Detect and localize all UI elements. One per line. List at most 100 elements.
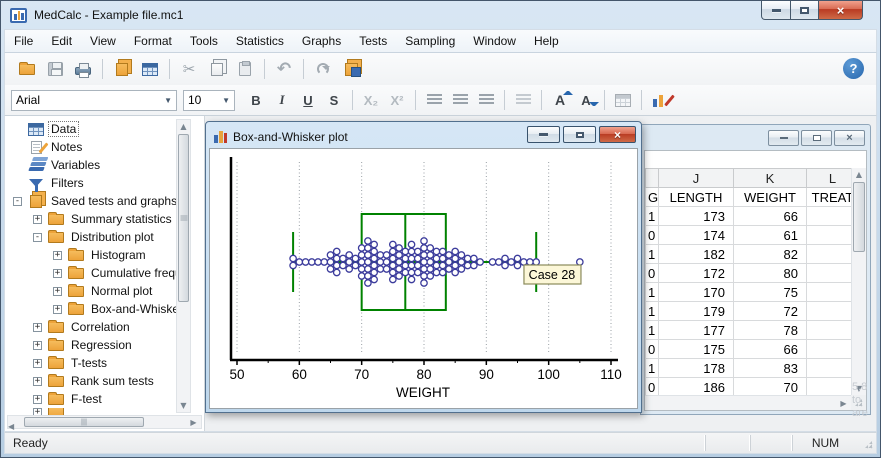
format-table-button[interactable] (611, 88, 635, 112)
data-cell[interactable]: 0 (646, 264, 659, 283)
data-cell[interactable] (807, 245, 852, 264)
sidebar-item-normal-plot[interactable]: +Normal plot (5, 282, 176, 300)
data-cell[interactable]: 0 (646, 226, 659, 245)
data-cell[interactable] (807, 226, 852, 245)
menu-sampling[interactable]: Sampling (396, 31, 464, 51)
data-cell[interactable]: 182 (659, 245, 734, 264)
tree-scroll-thumb[interactable] (178, 134, 189, 302)
data-cell[interactable]: 172 (659, 264, 734, 283)
data-cell[interactable]: 78 (734, 321, 807, 340)
menu-format[interactable]: Format (125, 31, 181, 51)
data-table-button[interactable] (137, 57, 163, 81)
window-resize-grip[interactable] (858, 434, 876, 452)
menu-edit[interactable]: Edit (42, 31, 81, 51)
underline-button[interactable]: U (296, 88, 320, 112)
tree-horizontal-scrollbar[interactable]: ◀ ▶ (7, 415, 202, 429)
close-button[interactable]: × (818, 1, 863, 20)
var-name-cell[interactable]: LENGTH (659, 188, 734, 207)
column-header-j[interactable]: J (659, 169, 734, 188)
expand-icon[interactable]: + (33, 408, 42, 415)
data-cell[interactable]: 0 (646, 340, 659, 359)
collapse-icon[interactable]: - (33, 233, 42, 242)
data-cell[interactable]: 179 (659, 302, 734, 321)
sidebar-item-cumulative-freque[interactable]: +Cumulative freque (5, 264, 176, 282)
menu-file[interactable]: File (5, 31, 42, 51)
sidebar-item-data[interactable]: Data (5, 120, 176, 138)
dialog-minimize-button[interactable] (527, 126, 560, 143)
data-cell[interactable]: 1 (646, 321, 659, 340)
data-cell[interactable] (807, 302, 852, 321)
data-cell[interactable]: 186 (659, 378, 734, 396)
sidebar-item-filters[interactable]: Filters (5, 174, 176, 192)
data-cell[interactable] (807, 359, 852, 378)
title-bar[interactable]: MedCalc - Example file.mc1 × (4, 1, 877, 29)
sidebar-item-rank-sum-tests[interactable]: +Rank sum tests (5, 372, 176, 390)
var-name-cell[interactable]: WEIGHT (734, 188, 807, 207)
sheet-minimize-button[interactable] (768, 130, 799, 146)
menu-statistics[interactable]: Statistics (227, 31, 293, 51)
data-cell[interactable]: 82 (734, 245, 807, 264)
expand-icon[interactable]: + (33, 323, 42, 332)
font-name-combo[interactable]: Arial ▼ (11, 90, 177, 111)
minimize-button[interactable] (761, 1, 791, 20)
sidebar-item-distribution-plot[interactable]: -Distribution plot (5, 228, 176, 246)
tree-hscroll-thumb[interactable] (24, 417, 144, 427)
help-button[interactable]: ? (843, 58, 864, 79)
menu-view[interactable]: View (81, 31, 125, 51)
data-cell[interactable]: 1 (646, 245, 659, 264)
expand-icon[interactable]: + (33, 395, 42, 404)
data-cell[interactable]: 1 (646, 207, 659, 226)
scroll-right-icon[interactable]: ▶ (837, 397, 850, 410)
scroll-right-icon[interactable]: ▶ (187, 416, 200, 429)
expand-icon[interactable]: + (33, 341, 42, 350)
data-cell[interactable]: 66 (734, 207, 807, 226)
sidebar-item-t-tests[interactable]: +T-tests (5, 354, 176, 372)
restore-button[interactable] (790, 1, 819, 20)
align-left-button[interactable] (422, 88, 446, 112)
data-cell[interactable] (807, 340, 852, 359)
dialog-title-bar[interactable]: Box-and-Whisker plot × (209, 125, 638, 148)
var-name-cell[interactable]: G (646, 188, 659, 207)
superscript-button[interactable]: X² (385, 88, 409, 112)
increase-font-button[interactable]: A (548, 88, 572, 112)
bold-button[interactable]: B (244, 88, 268, 112)
list-button[interactable] (511, 88, 535, 112)
save-all-button[interactable] (338, 57, 364, 81)
var-name-cell[interactable]: TREAT (807, 188, 852, 207)
expand-icon[interactable]: + (53, 287, 62, 296)
column-header-partial[interactable] (646, 169, 659, 188)
data-cell[interactable] (807, 207, 852, 226)
data-cell[interactable]: 174 (659, 226, 734, 245)
expand-icon[interactable]: + (53, 305, 62, 314)
paste-button[interactable] (232, 57, 258, 81)
sheet-restore-button[interactable] (801, 130, 832, 146)
data-cell[interactable]: 170 (659, 283, 734, 302)
data-cell[interactable]: 175 (659, 340, 734, 359)
box-whisker-dialog[interactable]: Box-and-Whisker plot × 5060708090100110W… (205, 121, 642, 413)
data-cell[interactable]: 177 (659, 321, 734, 340)
data-cell[interactable]: 70 (734, 378, 807, 396)
expand-icon[interactable]: + (33, 215, 42, 224)
sidebar-item-histogram[interactable]: +Histogram (5, 246, 176, 264)
data-cell[interactable]: 178 (659, 359, 734, 378)
sidebar-item-variables[interactable]: Variables (5, 156, 176, 174)
scroll-up-icon[interactable]: ▲ (852, 168, 866, 181)
data-cell[interactable]: 72 (734, 302, 807, 321)
menu-window[interactable]: Window (464, 31, 525, 51)
sidebar-item-saved-tests-and-graphs[interactable]: -Saved tests and graphs (5, 192, 176, 210)
collapse-icon[interactable]: - (13, 197, 22, 206)
sidebar-item-regression[interactable]: +Regression (5, 336, 176, 354)
data-cell[interactable]: 75 (734, 283, 807, 302)
decrease-font-button[interactable]: A (574, 88, 598, 112)
sidebar-item-correlation[interactable]: +Correlation (5, 318, 176, 336)
print-button[interactable] (70, 57, 96, 81)
scroll-up-icon[interactable]: ▲ (177, 120, 190, 133)
sidebar-item-box-and-whisker[interactable]: +Box-and-Whisker (5, 300, 176, 318)
scroll-down-icon[interactable]: ▼ (177, 399, 190, 412)
font-size-combo[interactable]: 10 ▼ (183, 90, 235, 111)
sidebar-item-summary-statistics[interactable]: +Summary statistics (5, 210, 176, 228)
undo-button[interactable]: ↶ (271, 57, 297, 81)
subscript-button[interactable]: X₂ (359, 88, 383, 112)
cut-button[interactable]: ✂ (176, 57, 202, 81)
sheet-close-button[interactable]: × (834, 130, 865, 146)
